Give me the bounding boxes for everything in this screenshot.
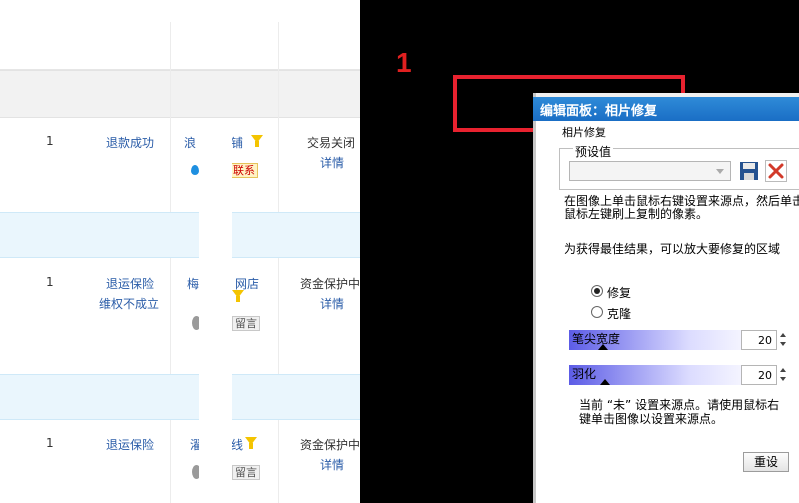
order-group-header: [0, 212, 360, 258]
shop-name-link[interactable]: 铺: [231, 134, 243, 151]
order-group-header: [0, 374, 360, 420]
table-header-row: [0, 22, 360, 70]
feather-label: 羽化: [572, 367, 597, 381]
order-detail-link[interactable]: 详情: [320, 295, 344, 312]
wangwang-icon[interactable]: [191, 165, 199, 175]
panel-title: 编辑面板：相片修复: [533, 97, 799, 121]
order-qty: 1: [46, 275, 54, 289]
filter-icon[interactable]: [251, 135, 263, 147]
message-badge[interactable]: 留言: [232, 316, 260, 331]
step-number: 1: [396, 47, 412, 78]
erased-area: [199, 170, 232, 503]
feather-input[interactable]: 20: [741, 365, 777, 385]
preset-label: 预设值: [573, 143, 614, 160]
trade-status: 资金保护中: [300, 438, 360, 452]
instruction-text-line2: 鼠标左键刷上复制的像素。: [564, 207, 709, 221]
feather-slider[interactable]: 羽化: [569, 365, 741, 385]
order-detail-link[interactable]: 详情: [320, 154, 344, 171]
column-divider: [170, 22, 171, 503]
order-detail-link[interactable]: 详情: [320, 456, 344, 473]
chevron-down-icon: [716, 169, 724, 174]
mode-label-clone: 克隆: [607, 307, 632, 321]
source-status-text-line2: 键单击图像以设置来源点。: [579, 412, 724, 426]
mode-radio-clone[interactable]: [591, 306, 603, 318]
reset-button[interactable]: 重设: [743, 452, 789, 472]
slider-thumb[interactable]: [598, 344, 608, 350]
column-divider: [278, 22, 279, 503]
mode-radio-repair[interactable]: [591, 285, 603, 297]
brush-width-input[interactable]: 20: [741, 330, 777, 350]
feather-stepper[interactable]: [778, 365, 788, 385]
slider-thumb[interactable]: [600, 379, 610, 385]
filter-icon[interactable]: [245, 437, 257, 449]
save-preset-button[interactable]: [738, 160, 760, 182]
order-qty: 1: [46, 436, 54, 450]
trade-status: 资金保护中: [300, 277, 360, 291]
shop-name-link[interactable]: 浪: [184, 134, 196, 151]
section-label: 相片修复: [562, 126, 606, 139]
order-table: 1 退款成功 浪 铺 联系 交易关闭 详情 1 退运保险 维权不成立 梅 网店 …: [0, 0, 360, 503]
dispute-status-link[interactable]: 维权不成立: [99, 295, 159, 312]
tip-text: 为获得最佳结果，可以放大要修复的区域: [564, 242, 781, 256]
order-group-header: [0, 70, 360, 118]
refund-status-link[interactable]: 退运保险: [106, 436, 154, 453]
preset-dropdown[interactable]: [569, 161, 731, 181]
close-icon: [768, 163, 784, 179]
erased-area: [199, 130, 232, 170]
refund-status-link[interactable]: 退运保险: [106, 275, 154, 292]
brush-width-stepper[interactable]: [778, 330, 788, 350]
filter-icon[interactable]: [232, 290, 244, 302]
brush-width-label: 笔尖宽度: [572, 332, 621, 346]
shop-name-link[interactable]: 线: [231, 436, 243, 453]
mode-label-repair: 修复: [607, 286, 632, 300]
shop-name-link[interactable]: 梅: [187, 275, 199, 292]
message-badge[interactable]: 留言: [232, 465, 260, 480]
contact-badge[interactable]: 联系: [230, 163, 258, 178]
brush-width-slider[interactable]: 笔尖宽度: [569, 330, 741, 350]
save-icon: [740, 162, 758, 180]
order-qty: 1: [46, 134, 54, 148]
refund-status-link[interactable]: 退款成功: [106, 134, 154, 151]
delete-preset-button[interactable]: [765, 160, 787, 182]
trade-status: 交易关闭: [307, 136, 356, 150]
